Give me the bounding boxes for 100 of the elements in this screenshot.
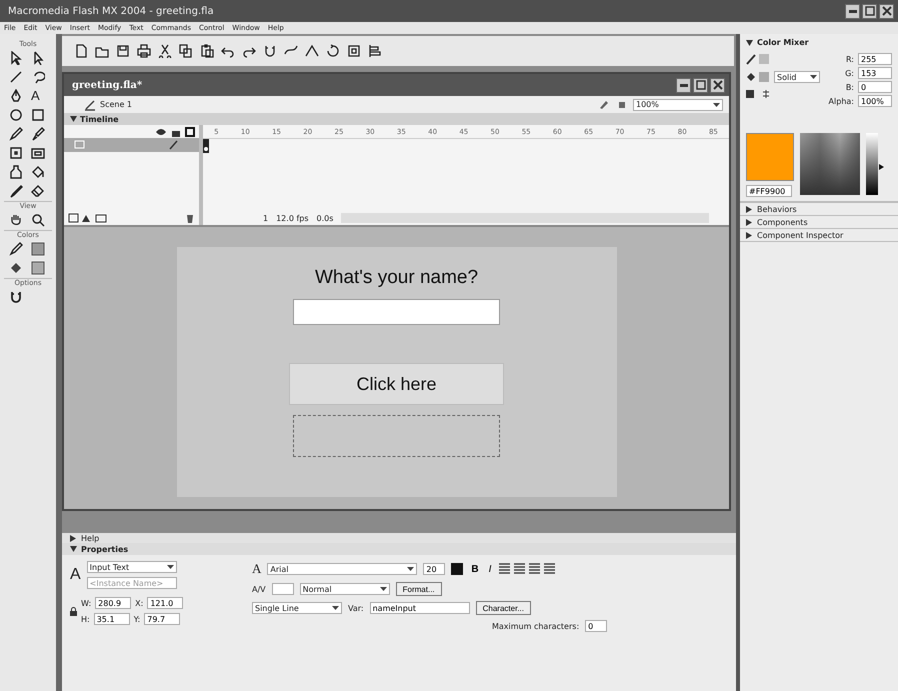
eye-icon[interactable] [155, 126, 167, 136]
height-field[interactable]: 35.1 [94, 613, 130, 625]
panel-header[interactable]: Help [62, 533, 736, 543]
font-dropdown[interactable]: Arial [267, 563, 418, 575]
maximize-button[interactable] [693, 78, 708, 92]
field-label: B: [846, 82, 854, 92]
text-tool[interactable]: A [31, 89, 47, 103]
alpha-field[interactable]: 100% [858, 95, 892, 107]
stroke-swatch-icon[interactable] [31, 242, 45, 256]
rectangle-icon[interactable] [31, 108, 45, 122]
output-text-field[interactable] [293, 415, 500, 457]
magnet-icon[interactable] [9, 290, 23, 304]
magnet-icon[interactable] [263, 44, 277, 58]
panel-title: Behaviors [757, 204, 797, 214]
line-type-dropdown[interactable]: Single Line [252, 602, 342, 614]
minimize-icon [848, 10, 856, 12]
width-field[interactable]: 280.9 [95, 597, 132, 609]
name-input-field[interactable] [293, 299, 500, 325]
x-field[interactable]: 121.0 [147, 597, 184, 609]
close-button[interactable] [710, 78, 725, 92]
paint-bucket-icon[interactable] [31, 165, 45, 179]
panel-title[interactable]: Color Mixer [757, 38, 809, 47]
zoom-icon[interactable] [31, 213, 45, 227]
align-icon[interactable] [368, 44, 382, 58]
character-button[interactable]: Character... [476, 601, 531, 615]
hand-icon[interactable] [9, 213, 23, 227]
instance-name-field[interactable]: <Instance Name> [86, 577, 177, 589]
eraser-icon[interactable] [31, 184, 45, 198]
maximize-icon [696, 80, 706, 90]
format-button[interactable]: Format... [396, 582, 442, 596]
minimize-button[interactable] [845, 4, 860, 18]
eyedropper-icon[interactable] [9, 184, 23, 198]
stroke-color-icon[interactable] [746, 53, 770, 65]
expand-triangle-icon[interactable] [746, 40, 753, 46]
transform-icon[interactable] [9, 146, 23, 160]
printer-icon[interactable] [137, 44, 151, 58]
close-button[interactable] [879, 4, 894, 18]
trash-icon[interactable] [185, 212, 195, 224]
color-spectrum[interactable] [800, 133, 860, 195]
expand-triangle-icon[interactable] [70, 546, 77, 552]
copy-icon[interactable] [179, 44, 193, 58]
outline-icon[interactable] [185, 126, 195, 136]
fill-color-icon[interactable] [746, 71, 770, 83]
slider-thumb[interactable] [879, 164, 884, 170]
paste-icon[interactable] [200, 44, 214, 58]
hex-field[interactable]: #FF9900 [746, 185, 792, 197]
variable-field[interactable]: nameInput [370, 602, 470, 614]
scissors-icon[interactable] [158, 44, 172, 58]
ink-bottle-icon[interactable] [9, 165, 23, 179]
position-dropdown[interactable]: Normal [300, 583, 390, 595]
scene-label[interactable]: Scene 1 [100, 100, 132, 109]
close-icon [712, 80, 722, 90]
rotate-icon[interactable] [326, 44, 340, 58]
font-icon: A [252, 561, 262, 577]
document-title: greeting.fla* [72, 80, 144, 90]
fill-type-dropdown[interactable]: Solid [774, 71, 820, 83]
edit-scene-icon[interactable] [597, 98, 611, 110]
straighten-icon[interactable] [305, 44, 319, 58]
scale-icon[interactable] [347, 44, 361, 58]
fill-swatch-icon[interactable] [31, 261, 45, 275]
y-field[interactable]: 79.7 [144, 613, 180, 625]
letter-spacing-label: A/V [252, 584, 266, 594]
pencil-icon[interactable] [9, 242, 23, 256]
zoom-dropdown[interactable]: 100% [633, 98, 723, 110]
bold-button[interactable]: B [469, 564, 481, 574]
caret-icon [380, 587, 387, 591]
save-icon[interactable] [116, 44, 130, 58]
panel-header[interactable]: Behaviors [740, 203, 898, 216]
panel-header[interactable]: Component Inspector [740, 229, 898, 242]
fill-transform-icon[interactable] [31, 146, 45, 160]
color-swatch-icon[interactable] [451, 563, 464, 575]
arrow-icon[interactable] [9, 51, 23, 65]
pen-icon[interactable] [9, 89, 23, 103]
stage-heading: What's your name? [314, 267, 478, 289]
paint-bucket-icon[interactable] [9, 261, 23, 275]
layer-buttons-drawing[interactable] [68, 212, 108, 224]
channel-field[interactable]: 153 [858, 67, 892, 79]
keyframe-icon [203, 139, 209, 153]
channel-field[interactable]: 0 [858, 81, 892, 93]
brush-icon[interactable] [31, 127, 45, 141]
field-label: Var: [348, 604, 364, 612]
line-icon[interactable] [9, 70, 23, 84]
font-size-field[interactable]: 20 [423, 563, 446, 575]
panel-title: Help [81, 534, 100, 542]
minimize-button[interactable] [676, 78, 691, 92]
field-label: Alpha: [828, 96, 854, 106]
window-title: Macromedia Flash MX 2004 - greeting.fla [8, 6, 215, 16]
pencil-icon[interactable] [9, 127, 23, 141]
italic-button[interactable]: I [486, 564, 494, 574]
new-file-icon[interactable] [74, 44, 88, 58]
panel-header[interactable]: Components [740, 216, 898, 229]
panel-title[interactable]: Timeline [70, 114, 119, 124]
max-characters-field[interactable]: 0 [585, 620, 608, 632]
channel-field[interactable]: 255 [858, 53, 892, 65]
text-type-dropdown[interactable]: Input Text [86, 561, 177, 573]
click-button[interactable]: Click here [289, 363, 504, 405]
field-label: G: [845, 68, 854, 78]
field-label: R: [846, 54, 854, 64]
maximize-button[interactable] [862, 4, 877, 18]
field-label: Y: [134, 614, 140, 624]
